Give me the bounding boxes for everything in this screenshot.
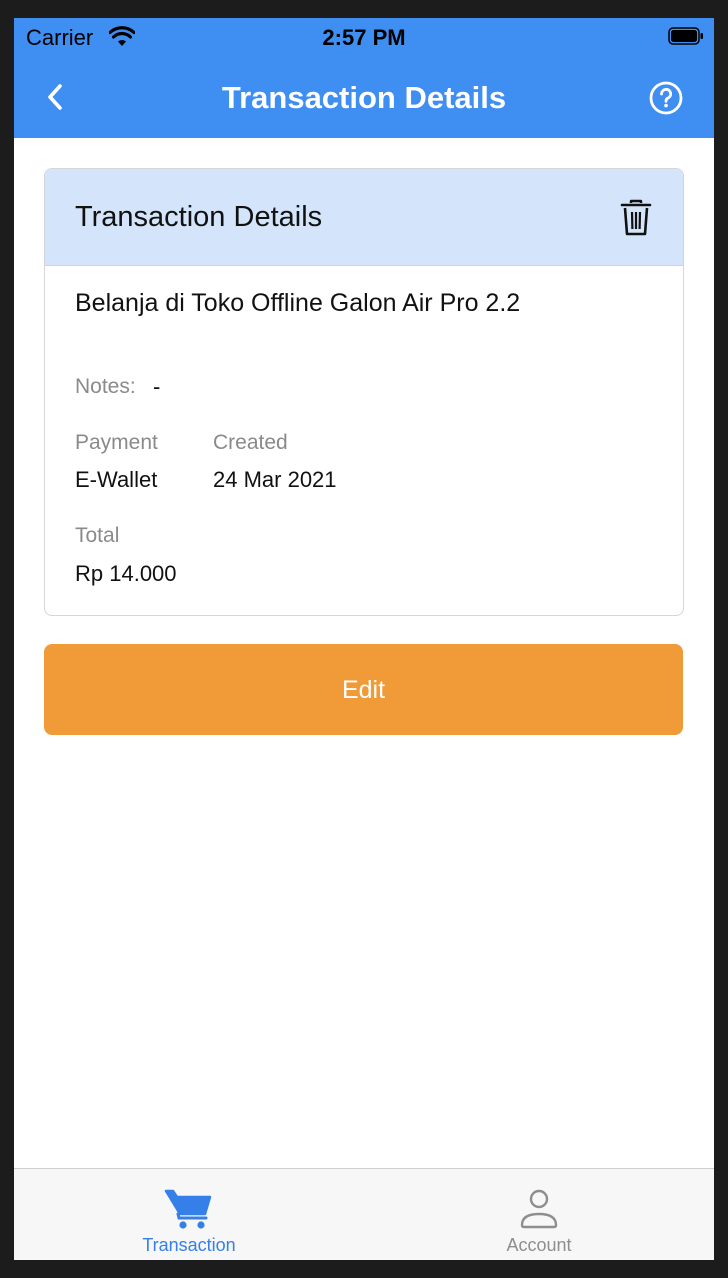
cart-icon (164, 1187, 214, 1231)
tab-transaction[interactable]: Transaction (14, 1169, 364, 1260)
tab-bar: Transaction Account (14, 1168, 714, 1260)
edit-button[interactable]: Edit (44, 644, 683, 735)
notes-label: Notes: (75, 375, 136, 398)
page-title: Transaction Details (221, 80, 507, 115)
app-screen: Carrier 2:57 PM Transaction Details Tran… (14, 18, 714, 1260)
notes-value: - (153, 374, 161, 399)
transaction-card: Transaction Details Belanja di Toko Offl… (44, 168, 684, 616)
navigation-bar: Transaction Details (14, 58, 714, 138)
tab-label-transaction: Transaction (142, 1235, 236, 1255)
trash-icon (620, 199, 652, 236)
tab-label-account: Account (506, 1235, 572, 1255)
card-header: Transaction Details (45, 169, 683, 266)
delete-button[interactable] (619, 199, 653, 237)
total-label: Total (75, 524, 120, 547)
created-label: Created (213, 431, 288, 454)
help-button[interactable] (648, 80, 684, 116)
card-title: Transaction Details (75, 201, 323, 233)
status-bar: Carrier 2:57 PM (14, 18, 714, 58)
battery-icon (668, 27, 704, 45)
help-icon (649, 81, 683, 115)
payment-value: E-Wallet (75, 467, 158, 492)
clock: 2:57 PM (322, 25, 406, 50)
transaction-title: Belanja di Toko Offline Galon Air Pro 2.… (75, 289, 521, 317)
payment-label: Payment (75, 431, 158, 454)
person-icon (514, 1187, 564, 1231)
tab-account[interactable]: Account (364, 1169, 714, 1260)
total-value: Rp 14.000 (75, 561, 177, 586)
created-value: 24 Mar 2021 (213, 467, 337, 492)
